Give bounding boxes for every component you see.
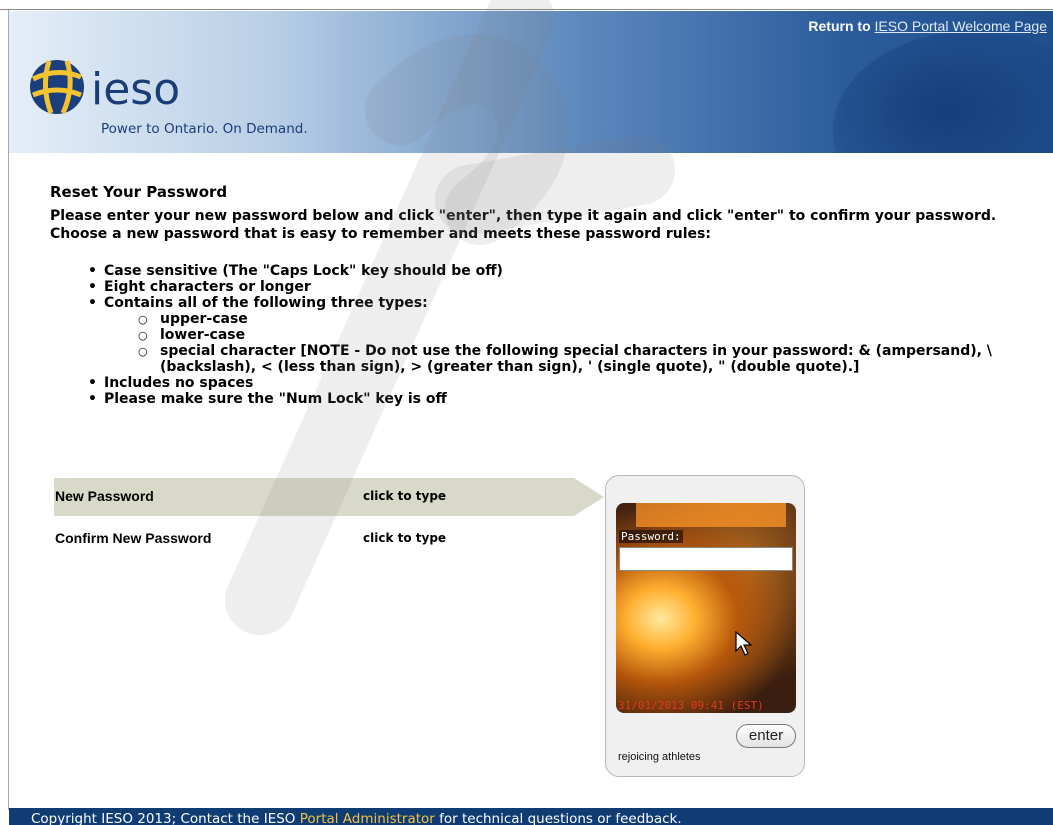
header-swirl <box>833 31 1053 153</box>
subrule-item: ○ lower-case <box>50 327 1050 343</box>
subrule-item: ○ special character [NOTE - Do not use th… <box>50 343 1050 359</box>
new-password-label: New Password <box>55 488 154 504</box>
sub-bullet: ○ <box>138 345 148 358</box>
rule-item: • Eight characters or longer <box>50 279 1050 295</box>
rule-text: Eight characters or longer <box>104 279 311 295</box>
intro-text: Please enter your new password below and… <box>50 207 1050 243</box>
password-entry-widget: Password: 31/01/2013 09:41 (EST) enter r… <box>605 475 805 777</box>
password-rules-list: • Case sensitive (The "Caps Lock" key sho… <box>50 263 1050 407</box>
mouse-pointer-icon <box>735 631 753 656</box>
rule-text: Case sensitive (The "Caps Lock" key shou… <box>104 263 503 279</box>
subrule-text: upper-case <box>160 311 248 327</box>
security-phrase: rejoicing athletes <box>618 751 701 763</box>
footer-copyright: Copyright IESO 2013; Contact the IESO <box>31 811 296 825</box>
enter-button[interactable]: enter <box>736 724 796 748</box>
character-types-list: ○ upper-case ○ lower-case ○ special charact… <box>50 311 1050 375</box>
timestamp: 31/01/2013 09:41 (EST) <box>618 699 764 712</box>
bullet: • <box>88 279 97 295</box>
bullet: • <box>88 263 97 279</box>
photo-highlight <box>636 503 786 527</box>
intro-line-2: Choose a new password that is easy to re… <box>50 226 711 242</box>
portal-administrator-link[interactable]: Portal Administrator <box>300 811 435 825</box>
sub-bullet: ○ <box>138 313 148 326</box>
foundry-photo: Password: 31/01/2013 09:41 (EST) <box>616 503 796 713</box>
confirm-password-click-to-type[interactable]: click to type <box>363 531 446 545</box>
page-title: Reset Your Password <box>50 183 228 201</box>
subrule-text: lower-case <box>160 327 246 343</box>
bullet: • <box>88 295 97 311</box>
subrule-continuation: (backslash), < (less than sign), > (grea… <box>50 359 1050 375</box>
return-prefix: Return to <box>808 18 871 34</box>
subrule-text: special character [NOTE - Do not use the… <box>160 343 992 359</box>
reset-password-content: Reset Your Password Please enter your ne… <box>50 183 1050 407</box>
page-footer: Copyright IESO 2013; Contact the IESO Po… <box>9 808 1053 825</box>
password-field-label: Password: <box>619 530 683 543</box>
rule-item: • Includes no spaces <box>50 375 1050 391</box>
return-to-portal: Return to IESO Portal Welcome Page <box>808 18 1047 34</box>
rule-text: Includes no spaces <box>104 375 254 391</box>
top-border <box>0 0 1053 10</box>
bullet: • <box>88 375 97 391</box>
footer-suffix: for technical questions or feedback. <box>439 811 682 825</box>
new-password-click-to-type[interactable]: click to type <box>363 489 446 503</box>
logo-tagline: Power to Ontario. On Demand. <box>101 121 308 137</box>
rule-item: • Case sensitive (The "Caps Lock" key sho… <box>50 263 1050 279</box>
subrule-text: (backslash), < (less than sign), > (grea… <box>160 359 860 375</box>
logo-wordmark: ieso <box>91 64 181 115</box>
rule-item: • Please make sure the "Num Lock" key is … <box>50 391 1050 407</box>
rule-item: • Contains all of the following three typ… <box>50 295 1050 311</box>
rule-text: Contains all of the following three type… <box>104 295 428 311</box>
sub-bullet: ○ <box>138 329 148 342</box>
password-input[interactable] <box>619 547 793 571</box>
rule-text: Please make sure the "Num Lock" key is o… <box>104 391 447 407</box>
ieso-globe-logo-icon <box>30 60 84 115</box>
confirm-password-label: Confirm New Password <box>55 530 212 546</box>
subrules-container: ○ upper-case ○ lower-case ○ special charact… <box>50 311 1050 375</box>
bullet: • <box>88 391 97 407</box>
subrule-item: ○ upper-case <box>50 311 1050 327</box>
page-header: Return to IESO Portal Welcome Page ieso … <box>9 11 1053 153</box>
portal-welcome-link[interactable]: IESO Portal Welcome Page <box>875 18 1047 34</box>
intro-line-1: Please enter your new password below and… <box>50 208 997 224</box>
